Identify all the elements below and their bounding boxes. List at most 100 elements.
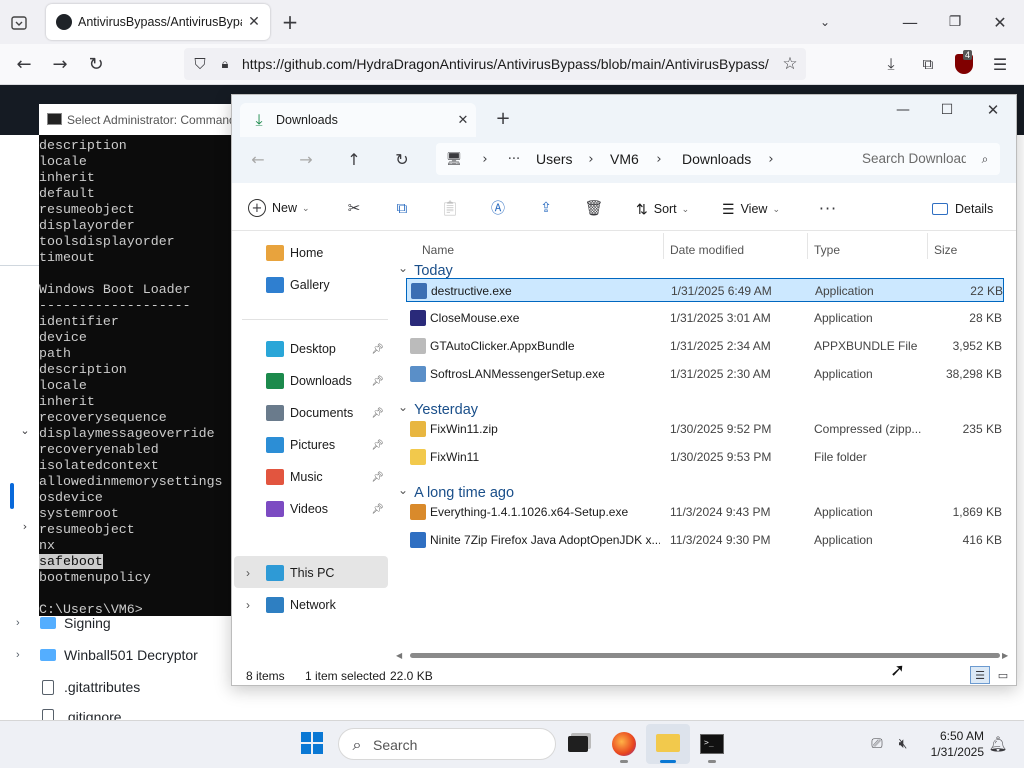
file-explorer-window[interactable]: ⤓ Downloads ✕ + — ☐ ✕ ← → ↑ ↻ 🖥︎ › ··· U… [231,94,1017,686]
clock-time[interactable]: 6:50 AM [918,729,984,743]
github-tree-item-gitattributes[interactable]: .gitattributes [16,671,140,703]
file-row[interactable]: FixWin11.zip 1/30/2025 9:52 PM Compressed … [406,417,1004,441]
url-text[interactable]: https://github.com/HydraDragonAntivirus/… [242,56,772,72]
downloads-icon[interactable]: ⤓ [881,54,901,74]
notification-bell-icon[interactable]: 🔔︎ [988,734,1008,754]
file-row[interactable]: FixWin11 1/30/2025 9:53 PM File folder [406,445,1004,469]
delete-icon[interactable]: 🗑︎ [584,198,604,218]
file-row[interactable]: Ninite 7Zip Firefox Java AdoptOpenJDK x.… [406,528,1004,552]
file-row[interactable]: SoftrosLANMessengerSetup.exe 1/31/2025 2:… [406,362,1004,386]
start-windows-icon[interactable] [301,732,323,754]
address-bar[interactable]: 🖥︎ › ··· Users › VM6 › Downloads › [436,143,854,175]
task-view-icon[interactable] [568,736,588,752]
clock-date[interactable]: 1/31/2025 [918,745,984,759]
minimize-icon[interactable]: — [892,101,914,119]
cmd-selection[interactable]: safeboot [39,554,103,569]
scroll-right-icon[interactable]: ▶ [1002,651,1008,660]
browser-tab[interactable]: AntivirusBypass/AntivirusBypass ✕ [46,4,270,40]
search-icon[interactable]: ⌕ [976,150,994,168]
extensions-icon[interactable]: ⧉ [918,54,938,74]
close-window-icon[interactable]: ✕ [982,101,1004,119]
nav-item-gallery[interactable]: Gallery [242,271,388,299]
column-header-name[interactable]: Name [422,243,454,257]
more-options-icon[interactable]: ··· [816,198,840,218]
nav-item-downloads[interactable]: Downloads 📌︎ [242,367,388,395]
back-icon[interactable]: ← [248,149,268,169]
scroll-left-icon[interactable]: ◀ [396,651,402,660]
nav-item-network[interactable]: › Network [242,591,388,619]
more-icon[interactable]: ··· [506,150,522,168]
terminal-icon[interactable]: >_ [700,734,724,754]
nav-item-home[interactable]: Home [242,239,388,267]
scrollbar-thumb[interactable] [410,653,1000,658]
file-row[interactable]: CloseMouse.exe 1/31/2025 3:01 AM Applicati… [406,306,1004,330]
chevron-down-icon[interactable]: ⌄ [398,261,408,275]
paste-icon[interactable]: 📋︎ [440,198,460,218]
group-header[interactable]: ⌄ Yesterday [398,400,478,418]
view-button[interactable]: ☰ View ⌄ [722,199,780,219]
column-header-type[interactable]: Type [814,243,840,257]
refresh-icon[interactable]: ↻ [392,149,412,169]
chevron-right-icon[interactable]: › [246,598,250,612]
firefox-icon[interactable] [612,732,636,756]
share-icon[interactable]: ⇪ [536,198,556,218]
nav-item-videos[interactable]: Videos 📌︎ [242,495,388,523]
nav-item-desktop[interactable]: Desktop 📌︎ [242,335,388,363]
details-button[interactable]: Details [932,199,993,219]
nav-item-documents[interactable]: Documents 📌︎ [242,399,388,427]
cmd-prompt[interactable]: C:\Users\VM6> [39,602,239,616]
new-button[interactable]: + New ⌄ [248,197,310,219]
horizontal-scrollbar[interactable]: ◀ ▶ [394,649,1014,661]
chevron-down-icon[interactable]: ⌄ [398,483,408,497]
new-tab-icon[interactable]: + [280,10,300,34]
tab-list-icon[interactable] [8,12,30,34]
minimize-icon[interactable]: — [900,12,920,32]
back-icon[interactable]: ← [14,54,34,75]
up-icon[interactable]: ↑ [344,149,364,169]
nav-item-pictures[interactable]: Pictures 📌︎ [242,431,388,459]
shield-icon[interactable]: ⛉ [190,54,210,74]
close-window-icon[interactable]: ✕ [990,12,1010,32]
chevron-down-icon[interactable]: ⌄ [398,400,408,414]
lock-icon[interactable]: 🔒︎ [216,54,234,74]
chevron-down-icon[interactable]: ⌄ [18,422,32,438]
maximize-icon[interactable]: ☐ [936,101,958,119]
cut-icon[interactable]: ✂ [344,198,364,218]
copy-icon[interactable]: ⧉ [392,198,412,218]
forward-icon[interactable]: → [50,54,70,75]
bookmark-star-icon[interactable]: ☆ [780,54,800,74]
nav-item-music[interactable]: Music 📌︎ [242,463,388,491]
column-header-date[interactable]: Date modified [670,243,744,257]
restore-icon[interactable]: ❐ [945,12,965,32]
forward-icon[interactable]: → [296,149,316,169]
taskbar-search[interactable]: ⌕ Search [338,728,556,760]
search-input[interactable]: Search Downloads ⌕ [848,143,1000,175]
chevron-right-icon[interactable]: › [18,518,32,534]
ublock-icon[interactable]: 4 [955,50,973,74]
close-tab-icon[interactable]: ✕ [244,12,264,32]
breadcrumb-users[interactable]: Users [536,151,573,167]
group-header[interactable]: ⌄ Today [398,261,453,279]
reload-icon[interactable]: ↻ [86,54,106,75]
volume-muted-icon[interactable]: 🔇︎ [893,734,913,754]
cmd-output[interactable]: description locale inherit default resumeobj… [39,138,239,616]
close-tab-icon[interactable]: ✕ [454,111,472,129]
command-prompt-window[interactable]: Select Administrator: Command Prompt des… [39,104,239,616]
breadcrumb-vm6[interactable]: VM6 [610,151,639,167]
file-row[interactable]: destructive.exe 1/31/2025 6:49 AM Applicat… [406,278,1004,302]
file-explorer-icon[interactable] [656,734,680,752]
cmd-title-bar[interactable]: Select Administrator: Command Prompt [39,104,239,135]
breadcrumb-downloads[interactable]: Downloads [682,151,751,167]
file-row[interactable]: Everything-1.4.1.1026.x64-Setup.exe 11/3/… [406,500,1004,524]
tab-overflow-chevron-icon[interactable]: ⌄ [815,12,835,32]
github-tree-item-decryptor[interactable]: › Winball501 Decryptor [16,639,198,671]
new-tab-icon[interactable]: + [494,108,512,129]
github-tree-item-gitignore[interactable]: .gitignore [16,703,122,720]
network-tray-icon[interactable]: ⎚ [867,734,887,754]
file-row[interactable]: GTAutoClicker.AppxBundle 1/31/2025 2:34 A… [406,334,1004,358]
menu-icon[interactable]: ☰ [990,54,1010,74]
chevron-right-icon[interactable]: › [246,566,250,580]
group-header[interactable]: ⌄ A long time ago [398,483,514,501]
nav-item-this-pc[interactable]: › This PC [242,559,388,587]
rename-icon[interactable]: Ⓐ [488,198,508,218]
